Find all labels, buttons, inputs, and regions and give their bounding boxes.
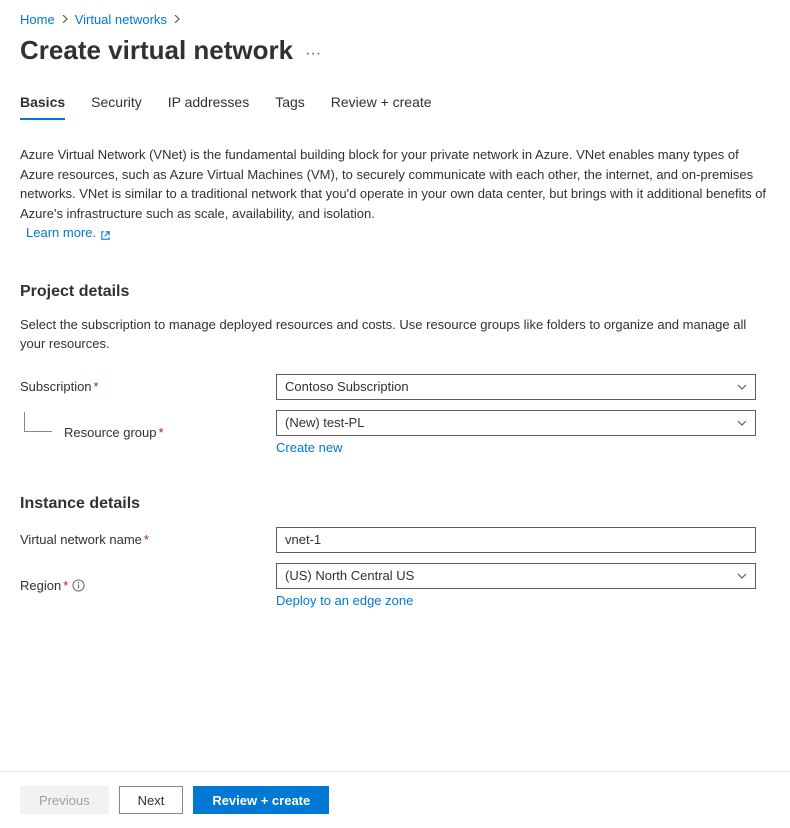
footer-actions: Previous Next Review + create (0, 771, 790, 828)
required-indicator: * (94, 379, 99, 394)
vnet-name-label: Virtual network name (20, 532, 142, 547)
region-label: Region (20, 578, 61, 593)
breadcrumb-home[interactable]: Home (20, 12, 55, 27)
project-details-heading: Project details (20, 283, 770, 301)
previous-button: Previous (20, 786, 109, 814)
create-new-link[interactable]: Create new (276, 440, 342, 455)
project-details-desc: Select the subscription to manage deploy… (20, 315, 770, 354)
required-indicator: * (63, 578, 68, 593)
chevron-right-icon (61, 14, 69, 26)
vnet-description: Azure Virtual Network (VNet) is the fund… (20, 145, 770, 243)
breadcrumb-virtual-networks[interactable]: Virtual networks (75, 12, 167, 27)
required-indicator: * (159, 425, 164, 440)
region-select[interactable] (276, 563, 756, 589)
next-button[interactable]: Next (119, 786, 184, 814)
tab-review-create[interactable]: Review + create (331, 94, 432, 120)
tab-ip-addresses[interactable]: IP addresses (168, 94, 249, 120)
required-indicator: * (144, 532, 149, 547)
resource-group-label: Resource group (64, 425, 157, 440)
page-title: Create virtual network (20, 35, 293, 66)
review-create-button[interactable]: Review + create (193, 786, 329, 814)
tab-basics[interactable]: Basics (20, 94, 65, 120)
tabs: Basics Security IP addresses Tags Review… (20, 94, 770, 121)
more-actions-button[interactable]: ··· (305, 39, 321, 63)
tab-security[interactable]: Security (91, 94, 142, 120)
vnet-name-input[interactable] (276, 527, 756, 553)
tree-connector (24, 412, 52, 432)
subscription-select[interactable] (276, 374, 756, 400)
instance-details-heading: Instance details (20, 495, 770, 513)
breadcrumb: Home Virtual networks (20, 12, 770, 27)
deploy-edge-zone-link[interactable]: Deploy to an edge zone (276, 593, 413, 608)
resource-group-select[interactable] (276, 410, 756, 436)
external-link-icon (100, 227, 111, 238)
learn-more-link[interactable]: Learn more. (26, 223, 111, 243)
chevron-right-icon (173, 14, 181, 26)
subscription-label: Subscription (20, 379, 92, 394)
tab-tags[interactable]: Tags (275, 94, 305, 120)
info-icon[interactable] (72, 579, 85, 592)
